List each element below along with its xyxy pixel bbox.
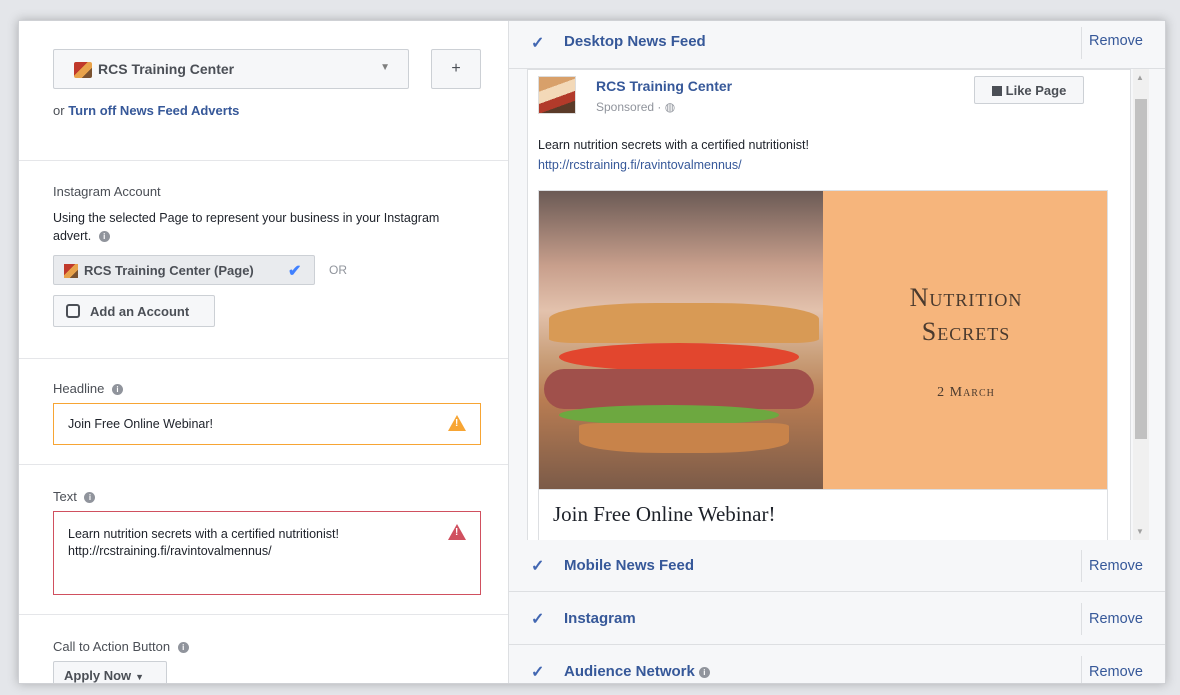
checkmark-icon: ✓ — [531, 558, 545, 575]
placement-desktop-news-feed[interactable]: ✓ Desktop News Feed Remove — [509, 21, 1165, 69]
cta-section: Call to Action Button i Apply Now ▼ — [19, 615, 508, 683]
sandwich-photo — [539, 191, 823, 489]
checkmark-icon: ✓ — [531, 611, 545, 628]
like-page-button[interactable]: Like Page — [974, 76, 1084, 104]
preview-scrollbar[interactable]: ▲ ▼ — [1133, 69, 1149, 540]
info-icon[interactable]: i — [698, 666, 710, 678]
page-section: RCS Training Center ▼ + or Turn off News… — [19, 21, 508, 161]
text-section: Text i Learn nutrition secrets with a ce… — [19, 465, 508, 615]
ad-image[interactable]: Nutrition Secrets 2 March — [538, 190, 1108, 490]
turn-off-news-feed: or Turn off News Feed Adverts — [53, 103, 240, 118]
call-to-action-select[interactable]: Apply Now ▼ — [53, 661, 167, 683]
ad-headline-box[interactable]: Join Free Online Webinar! — [538, 490, 1108, 540]
ad-body-link[interactable]: http://rcstraining.fi/ravintovalmennus/ — [538, 158, 742, 172]
ad-preview: RCS Training Center Sponsored · ◍ Like P… — [527, 69, 1131, 540]
facebook-page-select[interactable]: RCS Training Center ▼ — [53, 49, 409, 89]
instagram-description: Using the selected Page to represent you… — [53, 211, 440, 243]
remove-link[interactable]: Remove — [1089, 611, 1143, 627]
remove-link[interactable]: Remove — [1089, 558, 1143, 574]
page-logo-icon — [74, 62, 92, 78]
scroll-up-icon[interactable]: ▲ — [1136, 73, 1144, 82]
image-text-panel: Nutrition Secrets 2 March — [823, 191, 1107, 489]
checkmark-icon: ✓ — [531, 35, 545, 52]
selected-page-chip[interactable]: RCS Training Center (Page) ✔ — [53, 255, 315, 285]
ad-editor: RCS Training Center ▼ + or Turn off News… — [18, 20, 1166, 684]
text-input[interactable]: Learn nutrition secrets with a certified… — [53, 511, 481, 595]
headline-section: Headline i Join Free Online Webinar! — [19, 359, 508, 465]
remove-link[interactable]: Remove — [1089, 664, 1143, 680]
scroll-down-icon[interactable]: ▼ — [1136, 527, 1144, 536]
add-account-button[interactable]: Add an Account — [53, 295, 215, 327]
or-label: OR — [329, 263, 347, 277]
placement-mobile-news-feed[interactable]: ✓ Mobile News Feed Remove — [509, 540, 1165, 592]
sponsored-label: Sponsored · ◍ — [596, 100, 676, 114]
headline-label: Headline i — [53, 381, 123, 396]
checkmark-icon: ✔ — [288, 263, 302, 280]
instagram-account-title: Instagram Account — [53, 184, 161, 199]
instagram-icon — [66, 304, 80, 318]
scrollbar-thumb[interactable] — [1135, 99, 1147, 439]
chevron-down-icon: ▼ — [380, 62, 390, 73]
page-avatar[interactable] — [538, 76, 576, 114]
instagram-account-section: Instagram Account Using the selected Pag… — [19, 161, 508, 359]
preview-page-name[interactable]: RCS Training Center — [596, 78, 732, 94]
add-page-button[interactable]: + — [431, 49, 481, 89]
placement-audience-network[interactable]: ✓ Audience Network i Remove — [509, 646, 1165, 683]
remove-link[interactable]: Remove — [1089, 33, 1143, 49]
headline-input[interactable]: Join Free Online Webinar! — [53, 403, 481, 445]
ad-settings-panel: RCS Training Center ▼ + or Turn off News… — [19, 21, 509, 683]
cta-label: Call to Action Button i — [53, 639, 189, 654]
warning-icon[interactable] — [448, 415, 466, 431]
text-label: Text i — [53, 489, 96, 504]
page-logo-icon — [64, 264, 78, 278]
checkmark-icon: ✓ — [531, 664, 545, 681]
info-icon[interactable]: i — [177, 642, 189, 654]
placements-panel: ✓ Desktop News Feed Remove RCS Training … — [509, 21, 1165, 683]
info-icon[interactable]: i — [98, 231, 110, 243]
turn-off-news-feed-link[interactable]: Turn off News Feed Adverts — [68, 103, 239, 118]
info-icon[interactable]: i — [111, 384, 123, 396]
image-date: 2 March — [937, 385, 995, 400]
chevron-down-icon: ▼ — [135, 671, 145, 682]
image-title: Nutrition Secrets — [909, 283, 1023, 346]
thumbs-up-icon — [991, 86, 1002, 96]
error-icon[interactable] — [448, 524, 466, 540]
info-icon[interactable]: i — [84, 492, 96, 504]
ad-body-text: Learn nutrition secrets with a certified… — [538, 138, 809, 152]
placement-instagram[interactable]: ✓ Instagram Remove — [509, 593, 1165, 645]
ad-headline: Join Free Online Webinar! — [553, 502, 776, 526]
